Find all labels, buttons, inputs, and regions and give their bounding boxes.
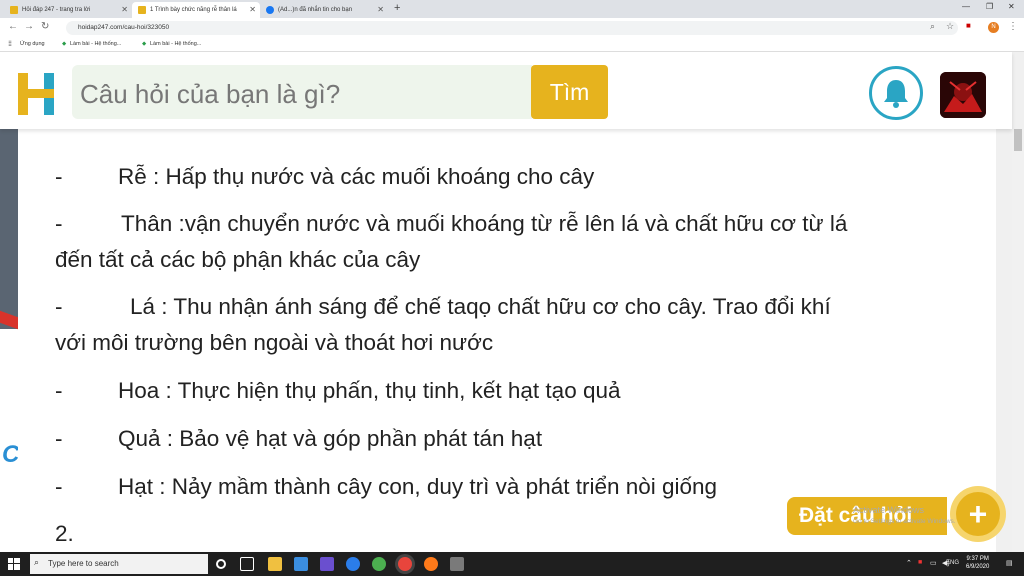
tab-label: 1 Trình bày chức năng rễ thân lá — [150, 7, 237, 13]
file-explorer-icon[interactable] — [268, 557, 282, 571]
site-viewport: Câu hỏi của bạn là gì? Tìm C - Rễ : Hấp … — [0, 52, 1024, 552]
taskbar-search-input[interactable]: ⌕ Type here to search — [30, 554, 208, 574]
left-side-strip: C — [0, 129, 20, 552]
list-dash: - — [55, 294, 63, 319]
avatar-image — [940, 72, 986, 118]
answer-line: Thân :vận chuyển nước và muối khoáng từ … — [121, 211, 848, 236]
facebook-favicon-icon — [266, 6, 274, 14]
tray-app-icon[interactable]: ■ — [918, 559, 922, 566]
app-icon[interactable] — [372, 557, 386, 571]
bookmark-2[interactable]: Làm bài - Hệ thống... — [150, 41, 201, 47]
tab-label: Hỏi đáp 247 - trang tra lời — [22, 7, 91, 13]
list-dash: - — [55, 426, 63, 451]
answer-line: Rễ : Hấp thụ nước và các muối khoáng cho… — [118, 164, 595, 189]
bookmark-star-icon[interactable]: ☆ — [946, 21, 954, 32]
minimize-icon[interactable]: — — [962, 2, 970, 11]
answer-line-continued: đến tất cả các bộ phận khác của cây — [55, 247, 421, 272]
profile-avatar-icon[interactable]: N — [988, 22, 999, 33]
bell-icon — [884, 80, 908, 108]
list-dash: - — [55, 164, 63, 189]
tab-facebook[interactable]: (Ad...)n đã nhắn tin cho bạn ✕ — [260, 2, 388, 18]
clock-date: 6/9/2020 — [966, 564, 990, 570]
tab-close-icon[interactable]: ✕ — [249, 5, 256, 14]
ask-question-button[interactable]: Đặt câu hỏi — [787, 497, 947, 535]
url-text: hoidap247.com/cau-hoi/323050 — [78, 24, 170, 31]
tab-close-icon[interactable]: ✕ — [121, 5, 128, 14]
hoidap-favicon-icon — [10, 6, 18, 14]
reload-icon[interactable]: ↻ — [41, 21, 49, 32]
search-button[interactable]: Tìm — [531, 65, 608, 119]
chrome-icon[interactable] — [398, 557, 412, 571]
notification-center-icon[interactable]: ▤ — [1006, 559, 1013, 567]
tab-close-icon[interactable]: ✕ — [377, 5, 384, 14]
browser-tab-bar: Hỏi đáp 247 - trang tra lời ✕ 1 Trình bà… — [0, 0, 1024, 18]
mail-icon[interactable] — [294, 557, 308, 571]
url-field[interactable]: hoidap247.com/cau-hoi/323050 — [66, 21, 958, 35]
cortana-icon[interactable] — [216, 559, 226, 569]
scrollbar-thumb[interactable] — [1014, 129, 1022, 151]
page-scrollbar[interactable] — [1012, 129, 1024, 552]
windows-taskbar: ⌕ Type here to search ⌃ ■ ▭ ◀) ENG 9:37 … — [0, 552, 1024, 576]
list-dash: - — [55, 211, 63, 236]
taskbar-search-placeholder: Type here to search — [48, 559, 119, 568]
answer-line: Lá : Thu nhận ánh sáng để chế taqọ chất … — [130, 294, 831, 319]
activate-windows-subtitle: Go to Settings to activate Windows. — [853, 518, 956, 525]
network-icon[interactable]: ▭ — [930, 559, 937, 567]
window-close-icon[interactable]: ✕ — [1008, 2, 1015, 11]
question-search-input[interactable]: Câu hỏi của bạn là gì? — [72, 65, 532, 119]
windows-start-icon[interactable] — [8, 558, 20, 570]
calculator-icon[interactable] — [450, 557, 464, 571]
side-image — [0, 129, 18, 329]
activate-windows-title: Activate Windows — [853, 505, 925, 515]
firefox-icon[interactable] — [424, 557, 438, 571]
edge-icon[interactable] — [346, 557, 360, 571]
new-tab-plus-icon[interactable]: + — [394, 2, 400, 14]
menu-dots-icon[interactable]: ⋮ — [1008, 21, 1018, 32]
list-dash: - — [55, 378, 63, 403]
bookmark-apps[interactable]: Ứng dụng — [20, 41, 45, 47]
answer-line: Quả : Bảo vệ hạt và góp phần phát tán hạ… — [118, 426, 543, 451]
taskbar-clock[interactable]: 9:37 PM 6/9/2020 — [966, 555, 989, 571]
plus-icon: + — [956, 492, 1000, 536]
hoidap-favicon-icon — [138, 6, 146, 14]
bookmark-diamond-icon: ◆ — [62, 41, 67, 47]
language-indicator[interactable]: ENG — [946, 560, 959, 566]
extension-icon[interactable]: ■ — [966, 21, 971, 30]
user-avatar[interactable] — [940, 72, 986, 118]
bookmark-1[interactable]: Làm bài - Hệ thống... — [70, 41, 121, 47]
address-bar-row: ← → ↻ hoidap247.com/cau-hoi/323050 ⌕ ☆ ■… — [0, 18, 1024, 38]
tray-chevron-icon[interactable]: ⌃ — [906, 559, 912, 567]
tab-hoidap[interactable]: Hỏi đáp 247 - trang tra lời ✕ — [4, 2, 132, 18]
apps-grid-icon[interactable]: ⣿ — [8, 41, 12, 47]
notification-button[interactable] — [869, 66, 923, 120]
answer-content: - Rễ : Hấp thụ nước và các muối khoáng c… — [18, 129, 996, 552]
tab-current-question[interactable]: 1 Trình bày chức năng rễ thân lá ✕ — [132, 2, 260, 18]
search-icon: ⌕ — [34, 557, 40, 567]
search-placeholder: Câu hỏi của bạn là gì? — [80, 79, 341, 109]
hoidap247-logo-icon[interactable] — [18, 73, 54, 115]
side-letter: C — [2, 441, 20, 468]
bookmark-diamond-icon: ◆ — [142, 41, 147, 47]
tab-label: (Ad...)n đã nhắn tin cho bạn — [278, 7, 353, 13]
answer-line: Hoa : Thực hiện thụ phấn, thụ tinh, kết … — [118, 378, 621, 403]
zoom-icon[interactable]: ⌕ — [930, 21, 935, 32]
site-header: Câu hỏi của bạn là gì? Tìm — [0, 52, 1012, 129]
next-item-number: 2. — [55, 521, 74, 546]
answer-line-continued: với môi trường bên ngoài và thoát hơi nư… — [55, 330, 494, 355]
bookmarks-bar: ⣿ Ứng dụng ◆ Làm bài - Hệ thống... ◆ Làm… — [0, 38, 1024, 52]
answer-line: Hạt : Nảy mầm thành cây con, duy trì và … — [118, 474, 718, 499]
clock-time: 9:37 PM — [966, 556, 989, 562]
list-dash: - — [55, 474, 63, 499]
ask-question-plus-button[interactable]: + — [950, 486, 1006, 542]
maximize-icon[interactable]: ❐ — [986, 2, 993, 11]
forward-arrow-icon[interactable]: → — [24, 21, 34, 32]
task-view-icon[interactable] — [240, 557, 254, 571]
store-icon[interactable] — [320, 557, 334, 571]
back-arrow-icon[interactable]: ← — [8, 21, 18, 32]
